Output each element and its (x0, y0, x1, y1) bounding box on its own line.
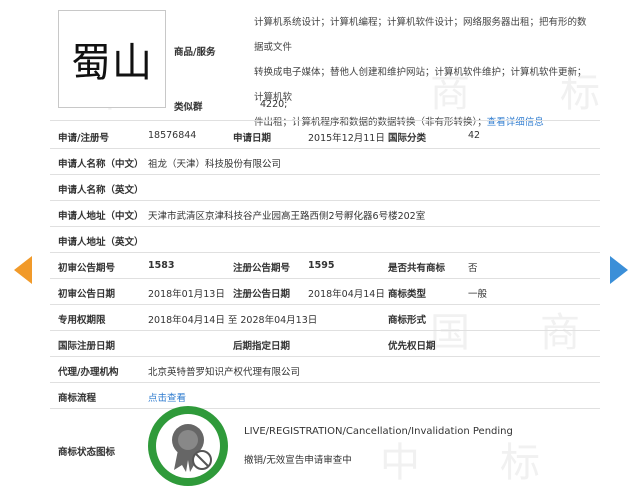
agent-value: 北京英特普罗知识产权代理有限公司 (148, 367, 301, 378)
apply-date-value: 2015年12月11日 (308, 133, 385, 144)
applicant-cn-label: 申请人名称（中文） (58, 159, 144, 170)
intl-reg-date-label: 国际注册日期 (58, 341, 116, 352)
exclusive-label: 专用权期限 (58, 315, 106, 326)
reg-no-label: 申请/注册号 (58, 133, 109, 144)
similar-group-label: 类似群 (174, 102, 203, 113)
goods-list: 计算机系统设计；计算机编程；计算机软件设计；网络服务器出租；把有形的数据或文件 … (254, 10, 594, 135)
similar-group-value: 4220; (260, 99, 288, 110)
trademark-text: 蜀山 (71, 40, 153, 86)
divider (50, 226, 600, 227)
flow-label: 商标流程 (58, 393, 97, 404)
prelim-date-label: 初审公告日期 (58, 289, 116, 300)
divider (50, 120, 600, 121)
goods-line: 计算机系统设计；计算机编程；计算机软件设计；网络服务器出租；把有形的数据或文件 (254, 17, 587, 53)
watermark-char: 标 (500, 440, 540, 486)
address-cn-label: 申请人地址（中文） (58, 211, 144, 222)
trademark-image: 蜀山 (58, 10, 166, 108)
divider (50, 148, 600, 149)
goods-label: 商品/服务 (174, 47, 216, 58)
address-en-label: 申请人地址（英文） (58, 237, 144, 248)
reg-pub-date-value: 2018年04月14日 (308, 289, 385, 300)
status-en: LIVE/REGISTRATION/Cancellation/Invalidat… (244, 426, 513, 437)
divider (50, 304, 600, 305)
watermark-char: 中 (380, 440, 420, 486)
reg-pub-no-value: 1595 (308, 260, 335, 271)
apply-date-label: 申请日期 (233, 133, 272, 144)
applicant-en-label: 申请人名称（英文） (58, 185, 144, 196)
divider (50, 330, 600, 331)
watermark-char: 商 (540, 310, 580, 356)
status-cn: 撤销/无效宣告申请审查中 (244, 455, 352, 466)
intl-class-value: 42 (468, 130, 481, 141)
divider (50, 200, 600, 201)
intl-class-label: 国际分类 (388, 133, 427, 144)
reg-pub-no-label: 注册公告期号 (233, 263, 291, 274)
divider (50, 356, 600, 357)
prelim-date-value: 2018年01月13日 (148, 289, 225, 300)
priority-date-label: 优先权日期 (388, 341, 436, 352)
divider (50, 252, 600, 253)
agent-label: 代理/办理机构 (58, 367, 119, 378)
goods-line: 转换成电子媒体；替他人创建和维护网站；计算机软件维护；计算机软件更新；计算机软 (254, 67, 587, 103)
applicant-cn-value: 祖龙（天津）科技股份有限公司 (148, 159, 282, 170)
divider (50, 278, 600, 279)
award-ribbon-icon (156, 414, 220, 478)
reg-no-value: 18576844 (148, 130, 197, 141)
address-cn-value: 天津市武清区京津科技谷产业园高王路西侧2号孵化器6号楼202室 (148, 211, 426, 222)
mark-type-label: 商标类型 (388, 289, 427, 300)
exclusive-value: 2018年04月14日 至 2028年04月13日 (148, 315, 318, 326)
chevron-right-icon[interactable] (610, 256, 628, 284)
status-label: 商标状态图标 (58, 447, 116, 458)
chevron-left-icon[interactable] (14, 256, 32, 284)
later-date-label: 后期指定日期 (233, 341, 291, 352)
prelim-no-value: 1583 (148, 260, 175, 271)
mark-form-label: 商标形式 (388, 315, 427, 326)
shared-label: 是否共有商标 (388, 263, 446, 274)
flow-link[interactable]: 点击查看 (148, 390, 186, 404)
status-badge (148, 406, 228, 486)
mark-type-value: 一般 (468, 289, 488, 300)
reg-pub-date-label: 注册公告日期 (233, 289, 291, 300)
divider (50, 408, 600, 409)
divider (50, 174, 600, 175)
detail-link[interactable]: 查看详细信息 (487, 117, 544, 128)
prelim-no-label: 初审公告期号 (58, 263, 116, 274)
shared-value: 否 (468, 263, 478, 274)
divider (50, 382, 600, 383)
watermark-char: 国 (430, 310, 470, 356)
goods-line-text: 件出租；计算机程序和数据的数据转换（非有形转换）； (254, 117, 487, 128)
